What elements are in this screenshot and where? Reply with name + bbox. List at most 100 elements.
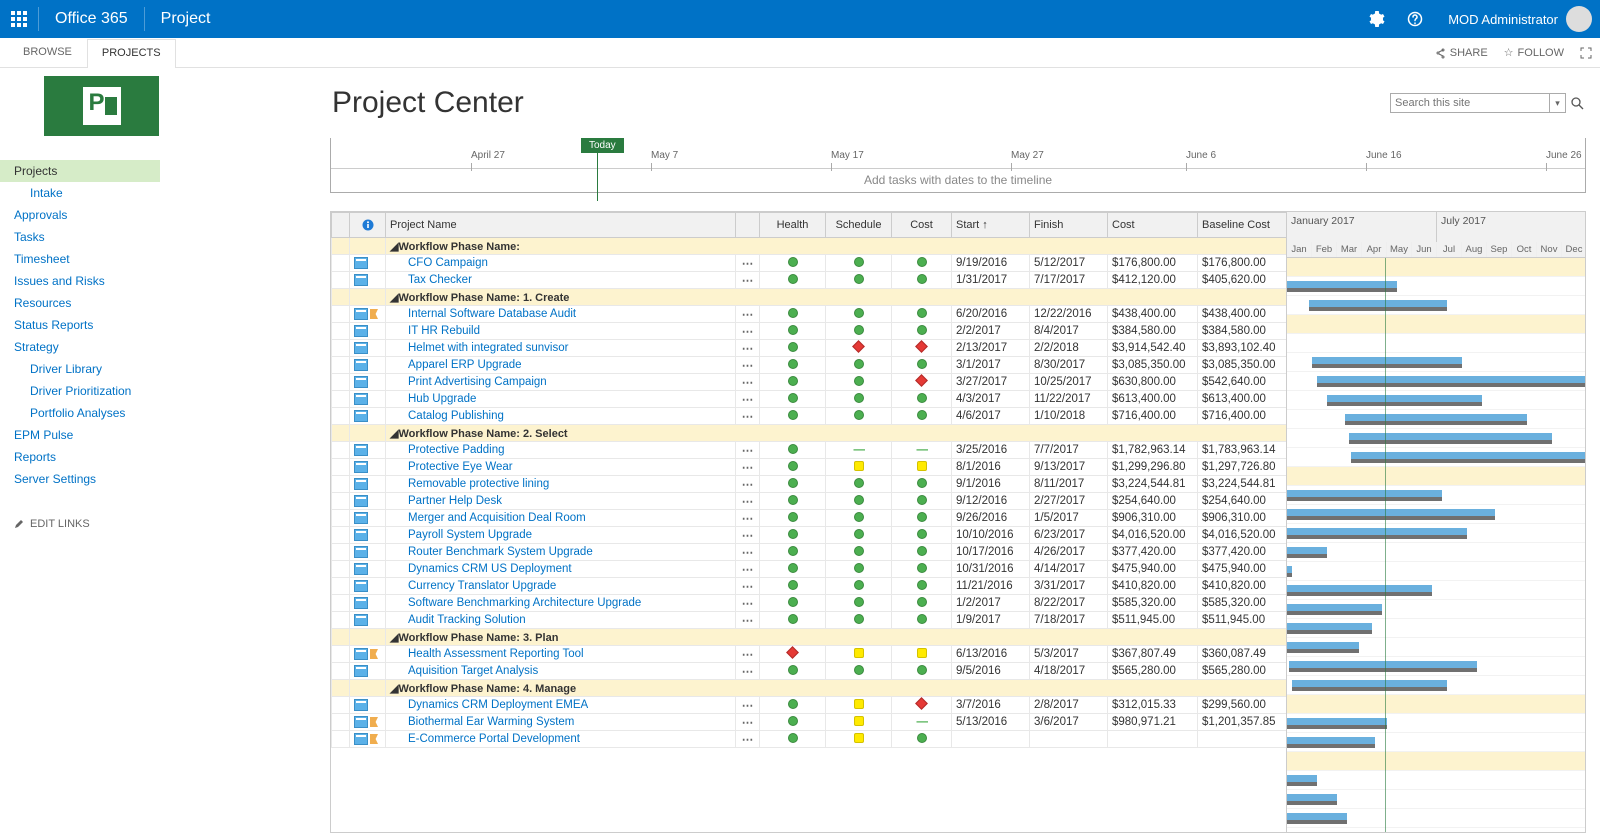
- project-row[interactable]: Audit Tracking Solution⋯1/9/20177/18/201…: [332, 612, 1287, 629]
- brand-label[interactable]: Office 365: [39, 10, 144, 28]
- project-link[interactable]: Audit Tracking Solution: [408, 614, 526, 626]
- nav-item-driver-library[interactable]: Driver Library: [0, 358, 160, 380]
- row-menu-button[interactable]: ⋯: [736, 561, 760, 578]
- nav-item-timesheet[interactable]: Timesheet: [0, 248, 160, 270]
- project-link[interactable]: Aquisition Target Analysis: [408, 665, 538, 677]
- project-row[interactable]: Protective Padding⋯3/25/20167/7/2017$1,7…: [332, 442, 1287, 459]
- column-header[interactable]: Health: [760, 213, 826, 238]
- group-header[interactable]: ◢Workflow Phase Name:: [386, 238, 1287, 255]
- nav-item-server-settings[interactable]: Server Settings: [0, 468, 160, 490]
- row-menu-button[interactable]: ⋯: [736, 612, 760, 629]
- edit-links-button[interactable]: EDIT LINKS: [0, 514, 160, 534]
- group-header[interactable]: ◢Workflow Phase Name: 1. Create: [386, 289, 1287, 306]
- project-row[interactable]: CFO Campaign⋯9/19/20165/12/2017$176,800.…: [332, 255, 1287, 272]
- project-link[interactable]: E-Commerce Portal Development: [408, 733, 580, 745]
- project-logo[interactable]: [44, 76, 159, 136]
- project-row[interactable]: Dynamics CRM Deployment EMEA⋯3/7/20162/8…: [332, 697, 1287, 714]
- nav-item-projects[interactable]: Projects: [0, 160, 160, 182]
- share-button[interactable]: SHARE: [1426, 38, 1496, 67]
- nav-item-strategy[interactable]: Strategy: [0, 336, 160, 358]
- search-input[interactable]: [1390, 93, 1550, 113]
- project-link[interactable]: Partner Help Desk: [408, 495, 502, 507]
- row-menu-button[interactable]: ⋯: [736, 340, 760, 357]
- timeline[interactable]: Today April 27May 7May 17May 27June 6Jun…: [330, 138, 1586, 193]
- ribbon-tab-browse[interactable]: BROWSE: [8, 38, 87, 67]
- project-row[interactable]: Tax Checker⋯1/31/20177/17/2017$412,120.0…: [332, 272, 1287, 289]
- project-link[interactable]: Biothermal Ear Warming System: [408, 716, 574, 728]
- column-header[interactable]: Finish: [1030, 213, 1108, 238]
- nav-item-issues-and-risks[interactable]: Issues and Risks: [0, 270, 160, 292]
- group-header[interactable]: ◢Workflow Phase Name: 2. Select: [386, 425, 1287, 442]
- nav-item-status-reports[interactable]: Status Reports: [0, 314, 160, 336]
- project-link[interactable]: Router Benchmark System Upgrade: [408, 546, 593, 558]
- project-row[interactable]: Removable protective lining⋯9/1/20168/11…: [332, 476, 1287, 493]
- project-row[interactable]: Helmet with integrated sunvisor⋯2/13/201…: [332, 340, 1287, 357]
- project-link[interactable]: CFO Campaign: [408, 257, 488, 269]
- row-menu-button[interactable]: ⋯: [736, 391, 760, 408]
- column-header[interactable]: Schedule: [826, 213, 892, 238]
- gear-icon[interactable]: [1358, 0, 1396, 38]
- user-menu[interactable]: MOD Administrator: [1434, 6, 1600, 32]
- project-row[interactable]: Catalog Publishing⋯4/6/20171/10/2018$716…: [332, 408, 1287, 425]
- row-menu-button[interactable]: ⋯: [736, 578, 760, 595]
- column-header[interactable]: [736, 213, 760, 238]
- project-row[interactable]: E-Commerce Portal Development ⋯: [332, 731, 1287, 748]
- project-row[interactable]: Hub Upgrade⋯4/3/201711/22/2017$613,400.0…: [332, 391, 1287, 408]
- follow-button[interactable]: ☆FOLLOW: [1496, 38, 1572, 67]
- project-grid[interactable]: Project NameHealthScheduleCostStart ↑Fin…: [331, 212, 1286, 748]
- group-header[interactable]: ◢Workflow Phase Name: 3. Plan: [386, 629, 1287, 646]
- project-row[interactable]: Router Benchmark System Upgrade⋯10/17/20…: [332, 544, 1287, 561]
- project-row[interactable]: Payroll System Upgrade⋯10/10/20166/23/20…: [332, 527, 1287, 544]
- column-header[interactable]: Cost: [892, 213, 952, 238]
- nav-item-driver-prioritization[interactable]: Driver Prioritization: [0, 380, 160, 402]
- project-row[interactable]: Currency Translator Upgrade⋯11/21/20163/…: [332, 578, 1287, 595]
- help-icon[interactable]: [1396, 0, 1434, 38]
- project-link[interactable]: Removable protective lining: [408, 478, 549, 490]
- column-header[interactable]: Start ↑: [952, 213, 1030, 238]
- nav-item-approvals[interactable]: Approvals: [0, 204, 160, 226]
- row-menu-button[interactable]: ⋯: [736, 442, 760, 459]
- app-launcher-icon[interactable]: [0, 0, 38, 38]
- project-link[interactable]: Helmet with integrated sunvisor: [408, 342, 568, 354]
- row-menu-button[interactable]: ⋯: [736, 510, 760, 527]
- project-link[interactable]: Apparel ERP Upgrade: [408, 359, 522, 371]
- row-menu-button[interactable]: ⋯: [736, 323, 760, 340]
- timeline-placeholder[interactable]: Add tasks with dates to the timeline: [331, 168, 1585, 190]
- column-header[interactable]: Cost: [1108, 213, 1198, 238]
- search-button[interactable]: [1568, 93, 1586, 113]
- nav-item-reports[interactable]: Reports: [0, 446, 160, 468]
- nav-item-intake[interactable]: Intake: [0, 182, 160, 204]
- gantt-view[interactable]: January 2017July 2017January 20 JanFebMa…: [1286, 212, 1585, 832]
- project-row[interactable]: Software Benchmarking Architecture Upgra…: [332, 595, 1287, 612]
- row-menu-button[interactable]: ⋯: [736, 646, 760, 663]
- project-link[interactable]: Dynamics CRM Deployment EMEA: [408, 699, 588, 711]
- row-menu-button[interactable]: ⋯: [736, 272, 760, 289]
- row-menu-button[interactable]: ⋯: [736, 459, 760, 476]
- column-header[interactable]: Baseline Cost: [1198, 213, 1287, 238]
- focus-button[interactable]: [1572, 38, 1600, 67]
- project-link[interactable]: Protective Padding: [408, 444, 505, 456]
- project-link[interactable]: Dynamics CRM US Deployment: [408, 563, 572, 575]
- project-link[interactable]: Tax Checker: [408, 274, 472, 286]
- search-scope-dropdown[interactable]: ▾: [1550, 93, 1566, 113]
- row-menu-button[interactable]: ⋯: [736, 493, 760, 510]
- project-link[interactable]: Payroll System Upgrade: [408, 529, 532, 541]
- row-menu-button[interactable]: ⋯: [736, 527, 760, 544]
- project-link[interactable]: Hub Upgrade: [408, 393, 476, 405]
- project-link[interactable]: Merger and Acquisition Deal Room: [408, 512, 586, 524]
- row-menu-button[interactable]: ⋯: [736, 714, 760, 731]
- project-row[interactable]: Partner Help Desk⋯9/12/20162/27/2017$254…: [332, 493, 1287, 510]
- project-link[interactable]: IT HR Rebuild: [408, 325, 480, 337]
- project-row[interactable]: Health Assessment Reporting Tool⋯6/13/20…: [332, 646, 1287, 663]
- row-menu-button[interactable]: ⋯: [736, 408, 760, 425]
- row-menu-button[interactable]: ⋯: [736, 374, 760, 391]
- row-menu-button[interactable]: ⋯: [736, 731, 760, 748]
- project-row[interactable]: Dynamics CRM US Deployment⋯10/31/20164/1…: [332, 561, 1287, 578]
- project-row[interactable]: IT HR Rebuild⋯2/2/20178/4/2017$384,580.0…: [332, 323, 1287, 340]
- row-menu-button[interactable]: ⋯: [736, 697, 760, 714]
- ribbon-tab-projects[interactable]: PROJECTS: [87, 39, 176, 68]
- column-header[interactable]: Project Name: [386, 213, 736, 238]
- project-row[interactable]: Print Advertising Campaign⋯3/27/201710/2…: [332, 374, 1287, 391]
- app-name-label[interactable]: Project: [145, 10, 227, 28]
- project-link[interactable]: Protective Eye Wear: [408, 461, 513, 473]
